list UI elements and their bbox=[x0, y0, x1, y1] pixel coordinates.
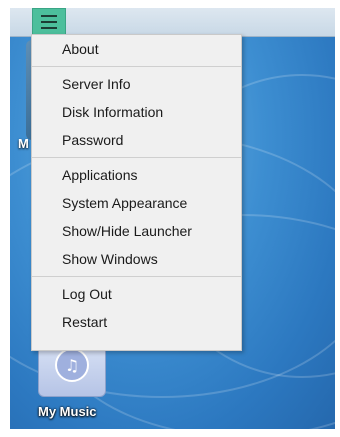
menu-item-server-info[interactable]: Server Info bbox=[32, 70, 241, 98]
main-menu: About Server Info Disk Information Password… bbox=[31, 34, 242, 351]
menu-item-log-out[interactable]: Log Out bbox=[32, 280, 241, 308]
menu-item-disk-information[interactable]: Disk Information bbox=[32, 98, 241, 126]
hamburger-icon-line bbox=[41, 27, 57, 29]
menu-separator bbox=[32, 276, 241, 277]
window-frame-left bbox=[0, 0, 10, 437]
hamburger-icon-line bbox=[41, 15, 57, 17]
menu-item-applications[interactable]: Applications bbox=[32, 161, 241, 189]
hamburger-icon-line bbox=[41, 21, 57, 23]
menu-item-show-windows[interactable]: Show Windows bbox=[32, 245, 241, 273]
menu-item-password[interactable]: Password bbox=[32, 126, 241, 154]
menu-separator bbox=[32, 157, 241, 158]
main-menu-button[interactable] bbox=[32, 8, 66, 36]
my-music-label[interactable]: My Music bbox=[38, 404, 97, 419]
music-note-icon: ♫ bbox=[55, 348, 89, 382]
menu-item-system-appearance[interactable]: System Appearance bbox=[32, 189, 241, 217]
menu-item-show-hide-launcher[interactable]: Show/Hide Launcher bbox=[32, 217, 241, 245]
desktop-tile-label: M bbox=[18, 136, 29, 151]
menu-item-restart[interactable]: Restart bbox=[32, 308, 241, 336]
window-frame-right bbox=[335, 0, 340, 437]
menu-separator bbox=[32, 66, 241, 67]
window-frame-bottom bbox=[0, 429, 340, 437]
menu-item-about[interactable]: About bbox=[32, 35, 241, 63]
